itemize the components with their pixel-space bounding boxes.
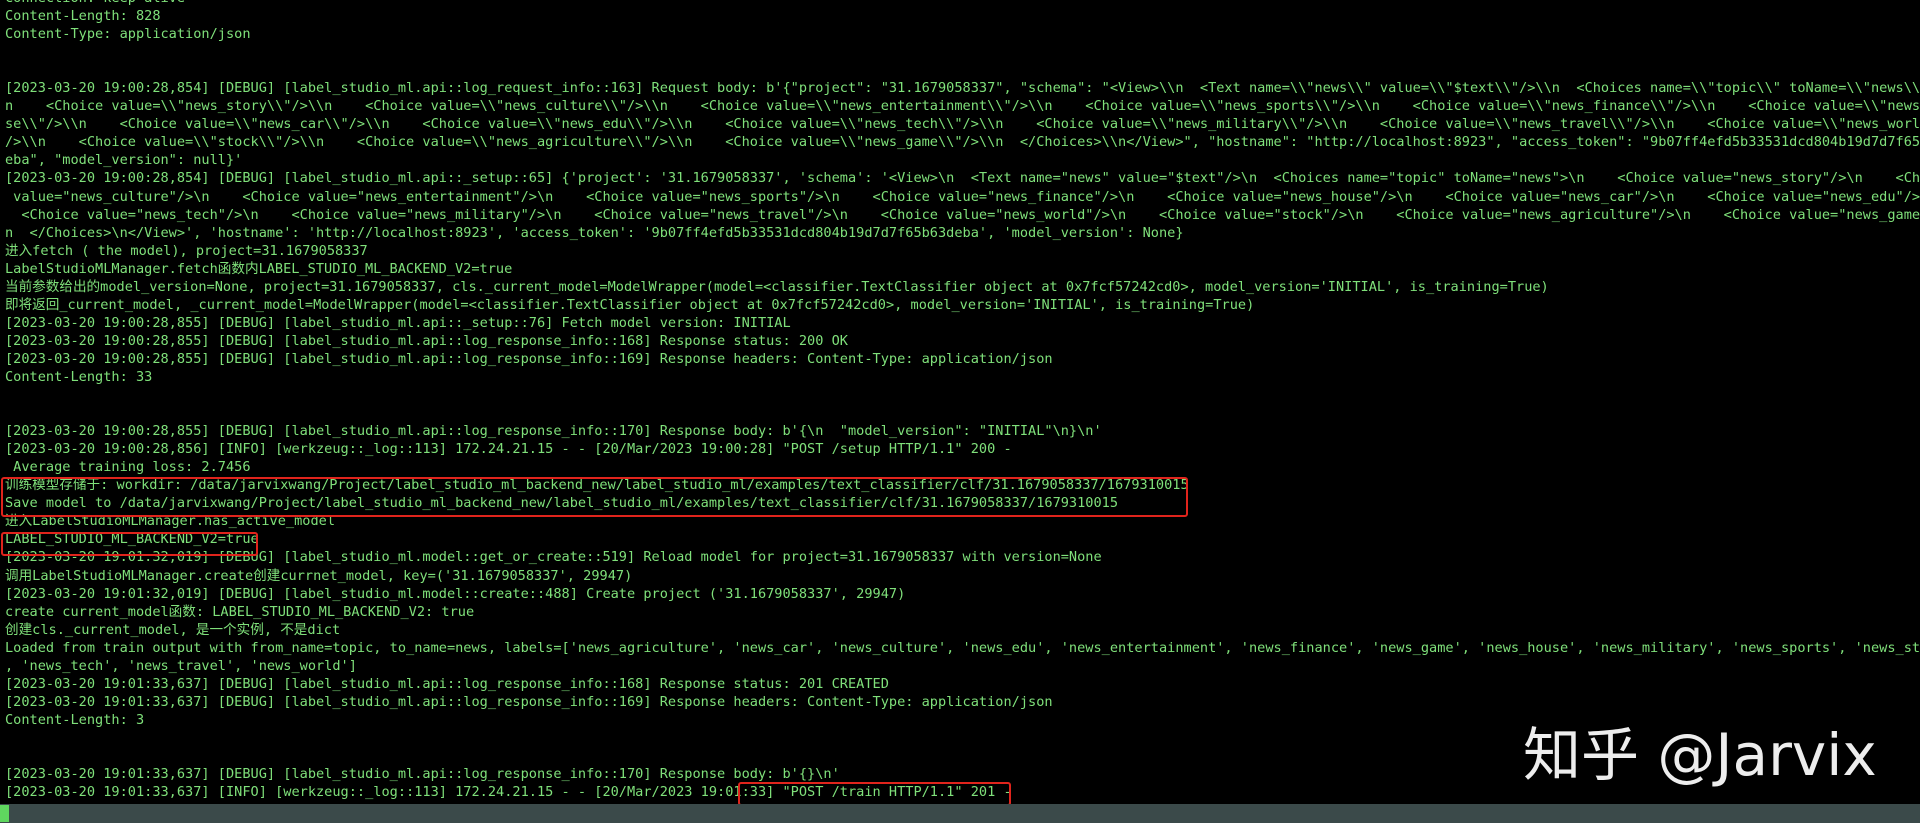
log-line: [2023-03-20 19:00:28,854] [DEBUG] [label… bbox=[5, 80, 1920, 97]
log-line: [2023-03-20 19:01:32,019] [DEBUG] [label… bbox=[5, 549, 1102, 566]
log-line: [2023-03-20 19:00:28,855] [DEBUG] [label… bbox=[5, 332, 848, 349]
log-line: [2023-03-20 19:00:28,855] [DEBUG] [label… bbox=[5, 423, 1102, 440]
log-line: Save model to /data/jarvixwang/Project/l… bbox=[5, 495, 1119, 512]
log-line: , 'news_tech', 'news_travel', 'news_worl… bbox=[5, 657, 357, 674]
log-line: Connection: keep-alive bbox=[5, 0, 1917, 7]
log-line: [2023-03-20 19:00:28,855] [DEBUG] [label… bbox=[5, 314, 791, 331]
watermark-text: 知乎 @Jarvix bbox=[1523, 721, 1877, 789]
log-line: [2023-03-20 19:00:28,856] [INFO] [werkze… bbox=[5, 441, 1012, 458]
log-line: [2023-03-20 19:00:28,854] [DEBUG] [label… bbox=[5, 170, 1920, 187]
log-line: 创建cls._current_model, 是一个实例, 不是dict bbox=[5, 621, 341, 638]
log-line: LabelStudioMLManager.fetch函数内LABEL_STUDI… bbox=[5, 260, 513, 277]
log-line: Content-Length: 33 bbox=[5, 368, 153, 385]
log-line: se\\"/>\\n <Choice value=\\"news_car\\"/… bbox=[5, 116, 1920, 133]
log-line: create current_model函数: LABEL_STUDIO_ML_… bbox=[5, 603, 475, 620]
log-line: [2023-03-20 19:01:33,637] [DEBUG] [label… bbox=[5, 675, 889, 692]
log-line: eba", "model_version": null}' bbox=[5, 152, 243, 169]
log-line: LABEL_STUDIO_ML_BACKEND_V2=true bbox=[5, 531, 259, 548]
log-line: [2023-03-20 19:00:28,855] [DEBUG] [label… bbox=[5, 350, 1053, 367]
log-line: Loaded from train output with from_name=… bbox=[5, 639, 1920, 656]
log-line: Content-Type: application/json bbox=[5, 26, 251, 43]
log-line: Content-Length: 828 bbox=[5, 8, 161, 25]
terminal-status-bar bbox=[0, 804, 1920, 823]
log-line: n </Choices>\n</View>', 'hostname': 'htt… bbox=[5, 224, 1184, 241]
log-line: 训练模型存储于: workdir: /data/jarvixwang/Proje… bbox=[5, 477, 1189, 494]
terminal-cursor bbox=[0, 805, 9, 822]
terminal-window[interactable]: Connection: keep-aliveContent-Length: 82… bbox=[0, 0, 1920, 823]
log-line: 即将返回_current_model, _current_model=Model… bbox=[5, 296, 1255, 313]
log-line: value="news_culture"/>\n <Choice value="… bbox=[5, 188, 1920, 205]
log-line: 当前参数给出的model_version=None, project=31.16… bbox=[5, 278, 1549, 295]
log-line: 调用LabelStudioMLManager.create创建currnet_m… bbox=[5, 567, 633, 584]
log-line: 进入fetch ( the model), project=31.1679058… bbox=[5, 242, 368, 259]
terminal-output: Connection: keep-aliveContent-Length: 82… bbox=[5, 0, 1920, 801]
log-line: n <Choice value=\\"news_story\\"/>\\n <C… bbox=[5, 98, 1920, 115]
log-line: [2023-03-20 19:01:32,019] [DEBUG] [label… bbox=[5, 585, 906, 602]
log-line: Average training loss: 2.7456 bbox=[5, 459, 251, 476]
log-line: <Choice value="news_tech"/>\n <Choice va… bbox=[5, 206, 1920, 223]
log-line: />\\n <Choice value=\\"stock\\"/>\\n <Ch… bbox=[5, 134, 1920, 151]
log-line: 进入LabelStudioMLManager.has_active_model bbox=[5, 513, 336, 530]
